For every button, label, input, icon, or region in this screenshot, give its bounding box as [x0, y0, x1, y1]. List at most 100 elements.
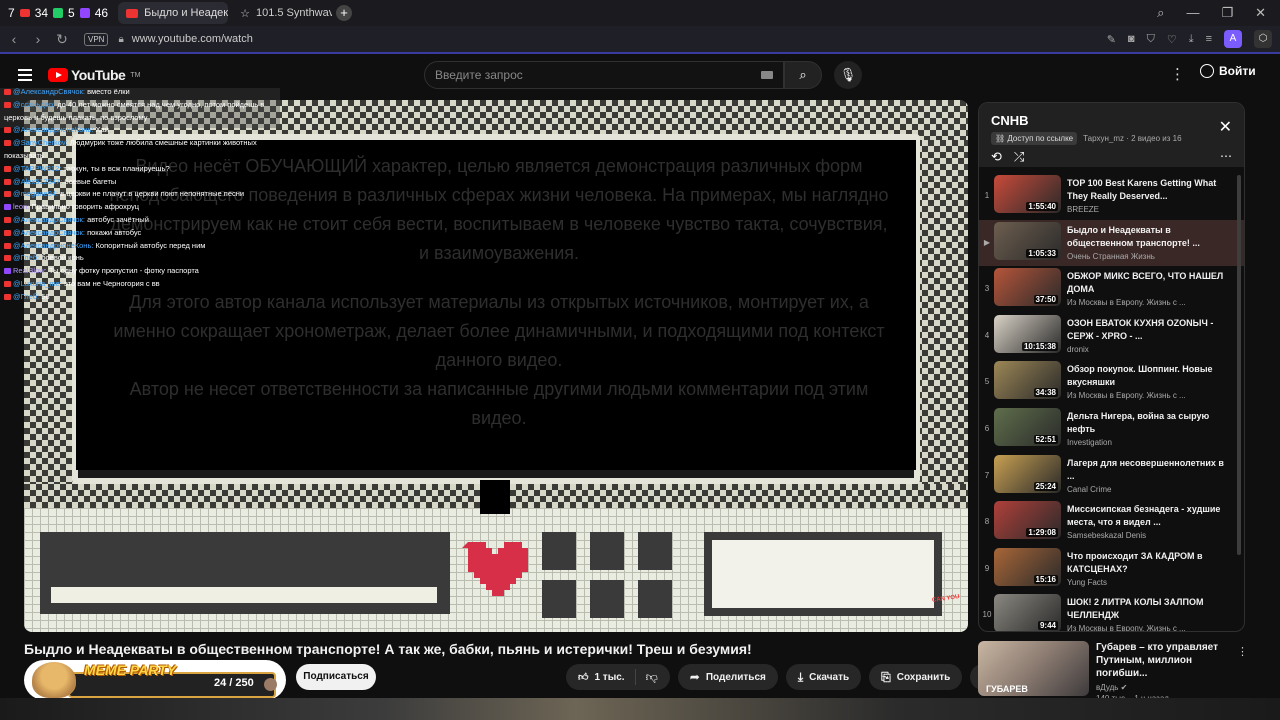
playlist-item-thumbnail[interactable]: 1:29:08 — [994, 501, 1061, 540]
playlist-item[interactable]: 4 10:15:38 ОЗОН ЕВАТОК КУХНЯ OZONЫЧ - СЕРЖ… — [979, 313, 1244, 360]
chat-text: автобус зачётный — [87, 214, 149, 224]
download-icon[interactable]: ⤓ — [1189, 33, 1194, 46]
recommended-thumbnail[interactable]: ГУБАРЕВ — [978, 641, 1089, 696]
tab-counter-group[interactable]: 7 34 5 46 — [4, 3, 112, 23]
playlist-item[interactable]: 6 52:51 Дельта Нигера, война за сырую нефт… — [979, 406, 1244, 453]
recommended-video[interactable]: ГУБАРЕВ Губарев – кто управляет Путиным,… — [978, 641, 1248, 703]
search-button[interactable]: ⌕ — [784, 61, 822, 89]
live-chat-overlay: @АлександрСвячок: вместо ёлки @ссаньдер: … — [4, 86, 280, 304]
tab-synthwave-radio[interactable]: ☆ 101.5 Synthwave Radio — [232, 2, 332, 24]
playlist-item-index: 9 — [984, 563, 990, 573]
youtube-badge-icon — [4, 216, 11, 223]
keyboard-icon[interactable] — [761, 71, 773, 79]
chat-message: RealBlow: Ты одну фотку пропустил - фотк… — [4, 265, 280, 278]
url-field[interactable]: www.youtube.com/watch — [132, 33, 253, 45]
menu-icon[interactable]: ≡ — [1206, 33, 1212, 45]
playlist-title[interactable]: CNHB — [991, 113, 1232, 128]
voice-search-button[interactable]: 🎙︎ — [834, 61, 862, 89]
meme-party-label: MEME PARTY — [84, 662, 177, 678]
access-badge: ⛓︎ Доступ по ссылке — [991, 132, 1078, 145]
playlist-item-title: Что происходит ЗА КАДРОМ в КАТСЦЕНАХ? — [1067, 550, 1203, 574]
minimize-icon[interactable]: — — [1186, 5, 1199, 21]
extensions-icon[interactable]: ⬡ — [1254, 30, 1272, 48]
playlist-item-thumbnail[interactable]: 1:55:40 — [994, 175, 1061, 213]
playlist-item-title: Лагеря для несовершеннолетних в ... — [1067, 457, 1224, 481]
playlist-item-thumbnail[interactable]: 34:38 — [994, 361, 1061, 400]
playlist-item-channel: Из Москвы в Европу. Жизнь с ... — [1067, 298, 1186, 308]
reload-icon[interactable]: ↻ — [50, 31, 74, 48]
new-tab-button[interactable]: + — [336, 5, 353, 21]
chat-text: в церкви не плачут в церкви поют непонят… — [60, 189, 245, 199]
chat-text: Хай — [95, 125, 109, 135]
recommended-more-icon[interactable]: ⋮ — [1237, 645, 1248, 658]
address-bar-tools: ✎ ◙ ⛉ ♡ ⤓ ≡ A ⬡ — [1107, 30, 1280, 48]
chat-username: @АлександрнонеКонь: — [13, 240, 94, 250]
restore-icon[interactable]: ❐ — [1221, 5, 1233, 21]
forward-icon[interactable]: › — [26, 31, 50, 47]
playlist-item-thumbnail[interactable]: 15:16 — [994, 547, 1061, 586]
youtube-badge-icon — [4, 140, 11, 147]
duration-badge: 52:51 — [1033, 434, 1058, 444]
search-input[interactable] — [435, 68, 735, 82]
subscribe-button[interactable]: Подписаться — [296, 664, 376, 690]
like-button[interactable]: 👍︎ 1 тыс. — [566, 669, 636, 685]
youtube-badge-icon — [4, 293, 11, 300]
camera-icon[interactable]: ◙ — [1128, 33, 1135, 45]
like-dislike-group: 👍︎ 1 тыс. 👎︎ — [566, 664, 670, 690]
aria-ai-icon[interactable]: A — [1224, 30, 1242, 48]
save-button[interactable]: ⎘ Сохранить — [869, 664, 963, 690]
more-options-icon[interactable]: ⋮ — [1170, 65, 1185, 83]
playlist-item-thumbnail[interactable]: 9:44 — [994, 594, 1061, 631]
lock-icon[interactable]: 🔒︎ — [118, 34, 123, 45]
back-icon[interactable]: ‹ — [2, 31, 26, 47]
shield-icon[interactable]: ⛉ — [1147, 33, 1155, 46]
chat-username: RealBlow: — [13, 266, 47, 276]
playlist-item[interactable]: 7 25:24 Лагеря для несовершеннолетних в ..… — [979, 453, 1244, 500]
recommended-title[interactable]: Губарев – кто управляет Путиным, миллион… — [1096, 641, 1244, 680]
playlist-item[interactable]: ▶ 1:05:33 Быдло и Неадекваты в общественно… — [979, 219, 1244, 267]
tab-counter-3: 5 — [68, 6, 75, 20]
tab-youtube-active[interactable]: Быдло и Неадекваты в о — [118, 2, 229, 24]
signin-button[interactable]: Войти — [1200, 64, 1256, 78]
playlist-item[interactable]: 8 1:29:08 Миссисипская безнадега - худшие … — [979, 499, 1244, 546]
playlist-items: 1 1:55:40 TOP 100 Best Karens Getting What… — [979, 167, 1244, 631]
playlist-item-title: Быдло и Неадекваты в общественном трансп… — [1067, 224, 1200, 248]
block — [638, 580, 672, 618]
pixel-border-right — [916, 140, 968, 500]
dislike-button[interactable]: 👎︎ — [636, 670, 670, 685]
playlist-more-icon[interactable]: ⋯ — [1220, 149, 1232, 163]
playlist-scrollbar[interactable] — [1237, 175, 1241, 555]
playlist-item[interactable]: 3 37:50 ОБЖОР МИКС ВСЕГО, ЧТО НАШЕЛ ДОМА Из… — [979, 266, 1244, 313]
youtube-badge-icon — [4, 101, 11, 108]
heart-icon[interactable]: ♡ — [1167, 33, 1177, 46]
edit-icon[interactable]: ✎ — [1107, 33, 1116, 46]
playlist-item-thumbnail[interactable]: 25:24 — [994, 454, 1061, 493]
playlist-item-thumbnail[interactable]: 52:51 — [994, 407, 1061, 446]
duration-badge: 1:29:08 — [1026, 528, 1058, 538]
chat-message: @АлександрСвячок: вместо ёлки — [4, 86, 280, 99]
playlist-item-thumbnail[interactable]: 10:15:38 — [994, 314, 1061, 353]
playlist-item-thumbnail[interactable]: 37:50 — [994, 268, 1061, 307]
close-playlist-icon[interactable]: ✕ — [1219, 117, 1232, 137]
share-button[interactable]: ➦ Поделиться — [677, 664, 778, 690]
playlist-item-index: 1 — [984, 191, 990, 200]
search-tabs-icon[interactable]: ⌕ — [1157, 5, 1164, 21]
download-button[interactable]: ⤓ Скачать — [785, 664, 862, 690]
playlist-item[interactable]: 10 9:44 ШОК! 2 ЛИТРА КОЛЫ ЗАЛПОМ ЧЕЛЛЕНДЖ И… — [979, 592, 1244, 631]
youtube-logo[interactable]: YouTube TM — [48, 67, 140, 83]
duration-badge: 1:55:40 — [1026, 202, 1058, 211]
loop-icon[interactable]: ⟲ — [991, 149, 1002, 165]
playlist-item[interactable]: 1 1:55:40 TOP 100 Best Karens Getting What… — [979, 173, 1244, 220]
playlist-panel: CNHB ⛓︎ Доступ по ссылке Тархун_mz · 2 в… — [978, 102, 1245, 632]
close-window-icon[interactable]: ✕ — [1255, 5, 1266, 21]
tab-counter-1: 7 — [8, 6, 15, 20]
chat-text: боевой конь — [41, 253, 84, 263]
hamburger-menu-icon[interactable] — [18, 69, 32, 81]
address-bar: ‹ › ↻ VPN 🔒︎ www.youtube.com/watch ✎ ◙ ⛉… — [0, 26, 1280, 54]
playlist-item-thumbnail[interactable]: 1:05:33 — [994, 221, 1061, 260]
recommended-channel[interactable]: вДудь ✔ — [1096, 683, 1244, 692]
playlist-item[interactable]: 5 34:38 Обзор покупок. Шоппинг. Новые вкус… — [979, 359, 1244, 406]
playlist-item[interactable]: 9 15:16 Что происходит ЗА КАДРОМ в КАТСЦЕН… — [979, 546, 1244, 593]
vpn-badge[interactable]: VPN — [84, 32, 109, 46]
shuffle-icon[interactable]: ⤮ — [1014, 149, 1024, 165]
